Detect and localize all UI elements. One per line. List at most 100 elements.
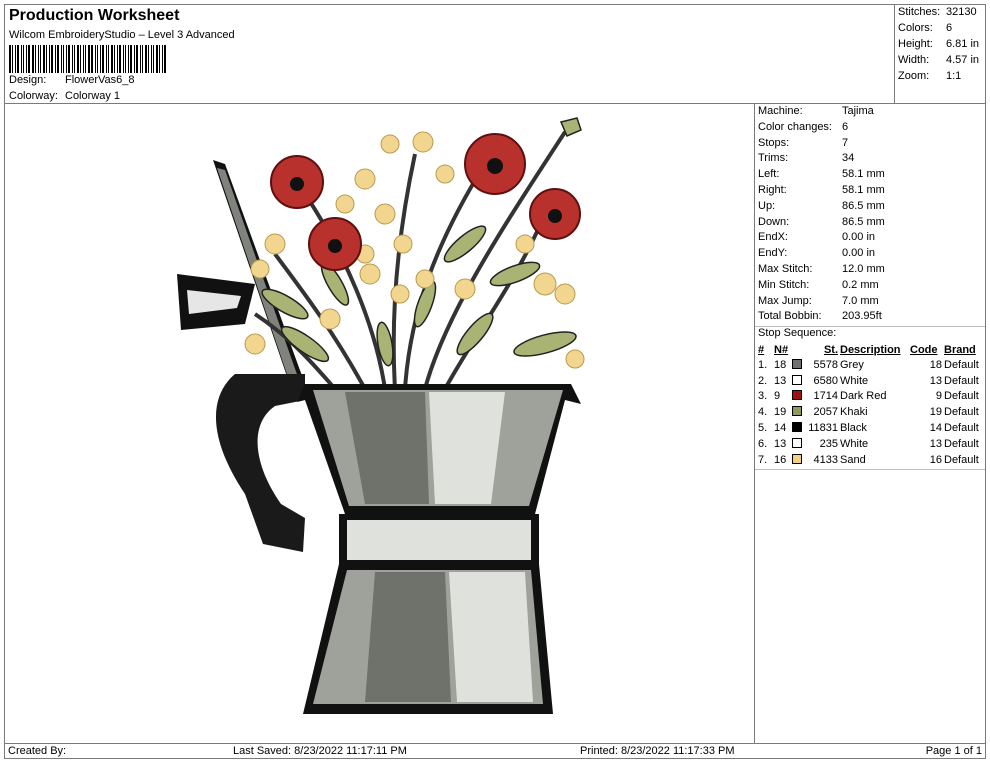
stop-stitches: 6580 [813,374,838,387]
machine-info-row: Machine: Tajima [758,105,874,117]
stop-stitches: 4133 [813,453,838,466]
table-row: 1. 18 5578 Grey 18 Default [757,357,980,373]
barcode-bar [164,45,166,73]
barcode-bar [100,45,101,73]
colorway-label: Colorway: [9,90,58,102]
info-label: Left: [758,168,780,181]
page-number: Page 1 of 1 [925,745,982,757]
color-swatch-cell [791,436,805,452]
barcode-bar [49,45,50,73]
barcode-bar [128,45,129,73]
stop-description: White [840,374,869,387]
stop-needle: 14 [774,422,787,435]
machine-info-row: Up: 86.5 mm [758,200,885,212]
stat-value: 6.81 in [946,38,980,50]
barcode-bar [63,45,64,73]
stop-brand: Default [944,374,979,387]
barcode-bar [38,45,39,73]
pot-handle [215,374,305,552]
stop-num: 4. [758,406,768,419]
stop-num: 1. [758,358,768,371]
info-label: Down: [758,215,790,228]
info-label: Total Bobbin: [758,310,822,323]
barcode-bar [162,45,163,73]
color-swatch-cell [791,389,805,405]
stop-brand: Default [944,358,979,371]
software-name: Wilcom EmbroideryStudio – Level 3 Advanc… [9,29,235,41]
stop-num: 6. [758,437,768,450]
stop-code: 16 [929,453,942,466]
barcode-bar [114,45,115,73]
stat-label: Height: [898,38,933,50]
machine-info-row: Max Stitch: 12.0 mm [758,263,885,275]
design-label: Design: [9,74,47,86]
barcode-bar [140,45,141,73]
info-value: 0.00 in [842,231,876,244]
stop-needle: 18 [774,358,787,371]
machine-info-row: Color changes: 6 [758,121,848,133]
stop-code: 19 [929,406,942,419]
col-needle: N# [774,343,789,356]
info-value: 6 [842,120,849,133]
barcode-bar [43,45,45,73]
table-row: 2. 13 6580 White 13 Default [757,373,980,389]
barcode-bar [40,45,41,73]
barcode-bar [136,45,138,73]
stop-brand: Default [944,453,979,466]
stop-code: 9 [935,390,942,403]
machine-info-panel: Machine: Tajima Color changes: 6 Stops: 7 Trim… [754,103,986,744]
stop-description: Sand [840,453,866,466]
printed-date: Printed: 8/23/2022 11:17:33 PM [580,745,735,757]
barcode-bar [66,45,67,73]
stop-num: 7. [758,453,768,466]
color-swatch [792,374,802,385]
stop-description: White [840,437,869,450]
table-row: 7. 16 4133 Sand 16 Default [757,452,980,468]
info-value: 7.0 mm [842,294,879,307]
stop-description: Khaki [840,406,868,419]
stat-zoom: Zoom: 1:1 [898,70,986,82]
machine-info-row: Down: 86.5 mm [758,216,885,228]
barcode-bar [9,45,11,73]
stop-sequence-header-row: # N# St. Description Code Brand [757,342,980,357]
info-label: EndX: [758,231,788,244]
barcode-bar [156,45,158,73]
barcode-bar [123,45,124,73]
info-value: 58.1 mm [842,168,885,181]
barcode-bar [17,45,19,73]
stat-label: Colors: [898,22,933,34]
info-label: Machine: [758,105,803,117]
design-preview [4,103,755,744]
table-row: 3. 9 1714 Dark Red 9 Default [757,389,980,405]
stop-code: 14 [929,422,942,435]
barcode-bar [97,45,98,73]
color-swatch-cell [791,357,805,373]
machine-info-row: Stops: 7 [758,137,848,149]
barcode-bar [15,45,16,73]
table-row: 5. 14 11831 Black 14 Default [757,420,980,436]
pot-base-highlight [449,572,533,702]
info-value: Tajima [842,105,874,117]
stat-colors: Colors: 6 [898,22,986,34]
barcode-bar [28,45,30,73]
stop-sequence-title: Stop Sequence: [758,327,837,339]
info-value: 12.0 mm [842,263,885,275]
barcode-bar [145,45,147,73]
info-label: Max Jump: [758,294,812,307]
barcode-bar [21,45,22,73]
barcode-bar [68,45,70,73]
stop-brand: Default [944,437,979,450]
barcode-bar [57,45,59,73]
color-swatch-cell [791,404,805,420]
info-value: 0.2 mm [842,278,879,291]
barcode-bar [106,45,107,73]
barcode-bar [130,45,132,73]
stop-description: Dark Red [840,390,887,403]
stat-height: Height: 6.81 in [898,38,986,50]
barcode-bar [134,45,135,73]
barcode-bar [102,45,104,73]
color-swatch [792,406,802,417]
info-value: 58.1 mm [842,184,885,196]
stop-needle: 9 [774,390,781,403]
info-label: EndY: [758,247,788,260]
